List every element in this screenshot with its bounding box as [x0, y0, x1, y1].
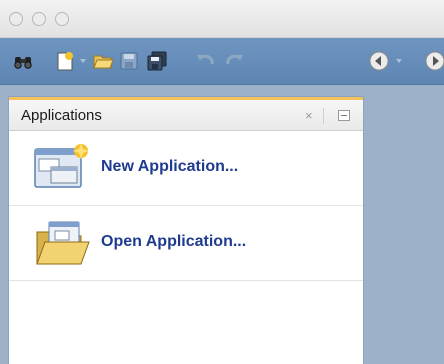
new-file-dropdown-chevron-icon[interactable]: [80, 59, 86, 63]
zoom-window-button[interactable]: [55, 12, 69, 26]
minimize-window-button[interactable]: [32, 12, 46, 26]
open-application-icon: [33, 218, 93, 268]
panel-header-divider: [323, 108, 324, 124]
back-dropdown-chevron-icon[interactable]: [396, 59, 402, 63]
back-icon[interactable]: [368, 50, 390, 72]
binoculars-icon[interactable]: [12, 50, 34, 72]
open-application-label[interactable]: Open Application...: [101, 233, 246, 251]
forward-icon[interactable]: [424, 50, 444, 72]
save-all-icon[interactable]: [146, 50, 168, 72]
save-icon[interactable]: [118, 50, 140, 72]
open-application-item[interactable]: Open Application...: [9, 206, 363, 281]
applications-panel-tab[interactable]: Applications ×: [9, 97, 363, 131]
main-toolbar: [0, 38, 444, 85]
open-folder-icon[interactable]: [92, 50, 114, 72]
redo-icon[interactable]: [224, 50, 246, 72]
new-file-icon[interactable]: [54, 50, 76, 72]
close-window-button[interactable]: [9, 12, 23, 26]
close-panel-icon[interactable]: ×: [305, 108, 313, 123]
window-title-bar: [0, 0, 444, 38]
panel-title: Applications: [21, 107, 102, 124]
applications-panel: Applications × New Application... Open A…: [8, 96, 364, 364]
new-application-icon: [33, 143, 93, 193]
new-application-item[interactable]: New Application...: [9, 131, 363, 206]
new-application-label[interactable]: New Application...: [101, 158, 238, 176]
minimize-panel-icon[interactable]: [338, 110, 350, 121]
undo-icon[interactable]: [194, 50, 216, 72]
